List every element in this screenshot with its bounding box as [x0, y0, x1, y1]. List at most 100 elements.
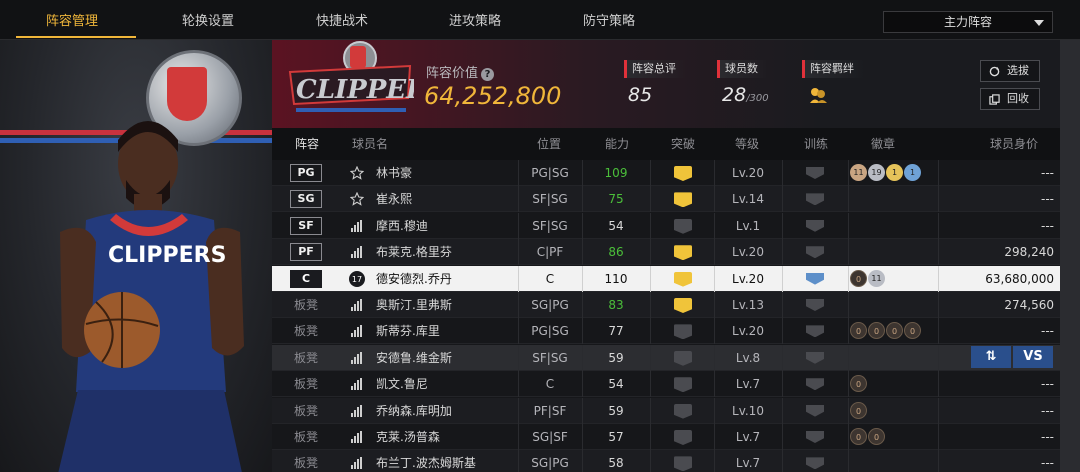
tab-rotation-settings[interactable]: 轮换设置: [144, 0, 272, 40]
crown-empty-icon[interactable]: [674, 456, 692, 472]
crown-empty-icon[interactable]: [674, 403, 692, 419]
bond-icon[interactable]: [808, 86, 828, 104]
player-ability: 59: [608, 350, 624, 365]
badge-icon[interactable]: 0: [850, 401, 867, 419]
crown-empty-icon[interactable]: [674, 430, 692, 445]
training-icon[interactable]: [806, 219, 824, 232]
training-icon[interactable]: [806, 272, 824, 285]
badge-icon[interactable]: 11: [850, 164, 867, 181]
player-value: ---: [1041, 324, 1054, 339]
column-divider: [782, 160, 783, 186]
badge-icon[interactable]: 0: [868, 428, 885, 445]
crown-empty-icon[interactable]: [674, 218, 692, 234]
crown-gold-icon[interactable]: [674, 245, 692, 261]
player-name[interactable]: 斯蒂芬.库里: [376, 318, 440, 344]
column-divider: [650, 239, 651, 266]
crown-gold-icon[interactable]: [674, 192, 692, 208]
table-row[interactable]: 板凳 凯文.鲁尼 C 54 Lv.7 0 ---: [272, 371, 1060, 398]
badge-icon[interactable]: 0: [850, 375, 867, 393]
lineup-dropdown[interactable]: 主力阵容: [883, 11, 1053, 33]
player-name[interactable]: 布兰丁.波杰姆斯基: [376, 450, 476, 472]
player-name[interactable]: 奥斯汀.里弗斯: [376, 292, 452, 318]
training-icon[interactable]: [806, 351, 824, 364]
badge-icon[interactable]: 0: [868, 322, 885, 340]
position-slot-badge[interactable]: PG: [290, 164, 322, 182]
player-name[interactable]: 林书豪: [376, 160, 412, 186]
badge-icon[interactable]: 1: [886, 164, 903, 181]
player-name[interactable]: 凯文.鲁尼: [376, 371, 428, 397]
tab-quick-tactics[interactable]: 快捷战术: [278, 0, 406, 40]
training-icon[interactable]: [806, 404, 824, 417]
vs-compare-button[interactable]: VS: [1013, 345, 1053, 368]
table-row[interactable]: 板凳 奥斯汀.里弗斯 SG|PG 83 Lv.13 274,560: [272, 292, 1060, 318]
crown-empty-icon[interactable]: [674, 350, 692, 366]
tab-offense-strategy[interactable]: 进攻策略: [411, 0, 539, 40]
table-row[interactable]: 板凳 克莱.汤普森 SG|SF 57 Lv.7 0 0 ---: [272, 424, 1060, 450]
column-divider: [782, 212, 783, 239]
crown-gold-icon[interactable]: [674, 298, 692, 313]
crown-gold-icon[interactable]: [674, 271, 692, 287]
player-level: Lv.20: [732, 245, 764, 260]
help-icon[interactable]: ?: [481, 68, 495, 81]
recycle-button[interactable]: 回收: [980, 88, 1040, 110]
table-row[interactable]: SF 摩西.穆迪 SF|SG 54 Lv.1 ---: [272, 212, 1060, 239]
player-name[interactable]: 乔纳森.库明加: [376, 398, 452, 424]
badge-group: 11 19 1 1: [850, 164, 922, 182]
table-row[interactable]: PG 林书豪 PG|SG 109 Lv.20 11 19 1 1 ---: [272, 160, 1060, 186]
scrollbar-track[interactable]: [1060, 40, 1080, 472]
tab-lineup-management[interactable]: 阵容管理: [8, 0, 136, 40]
column-divider: [938, 344, 939, 371]
swap-button[interactable]: ⇅: [971, 345, 1011, 368]
player-portrait: CLIPPERS: [58, 121, 244, 472]
training-icon[interactable]: [806, 193, 824, 206]
player-name[interactable]: 布莱克.格里芬: [376, 239, 452, 265]
badge-icon[interactable]: 0: [850, 269, 867, 287]
table-row[interactable]: 板凳 乔纳森.库明加 PF|SF 59 Lv.10 0 ---: [272, 397, 1060, 424]
player-name[interactable]: 崔永熙: [376, 186, 412, 212]
col-badges: 徽章: [870, 137, 895, 151]
bench-label: 板凳: [293, 350, 318, 365]
training-icon[interactable]: [806, 431, 824, 443]
position-slot-badge[interactable]: C: [290, 269, 322, 288]
table-row[interactable]: 板凳 布兰丁.波杰姆斯基 SG|PG 58 Lv.7 ---: [272, 450, 1060, 472]
table-row[interactable]: PF 布莱克.格里芬 C|PF 86 Lv.20 298,240: [272, 239, 1060, 266]
badge-icon[interactable]: 0: [850, 428, 867, 445]
training-icon[interactable]: [806, 246, 824, 259]
table-row[interactable]: SG 崔永熙 SF|SG 75 Lv.14 ---: [272, 186, 1060, 213]
training-icon[interactable]: [806, 457, 824, 470]
table-row[interactable]: 板凳 斯蒂芬.库里 PG|SG 77 Lv.20 0 0 0 0 ---: [272, 318, 1060, 345]
table-row[interactable]: C 17 德安德烈.乔丹 C 110 Lv.20 0 11 63,680,000: [272, 265, 1060, 292]
badge-icon[interactable]: 0: [886, 322, 903, 340]
crown-empty-icon[interactable]: [674, 377, 692, 393]
badge-icon[interactable]: 11: [868, 269, 885, 287]
training-icon[interactable]: [806, 299, 824, 311]
player-name[interactable]: 摩西.穆迪: [376, 213, 428, 239]
badge-icon[interactable]: 1: [904, 164, 921, 181]
chevron-down-icon: [1034, 20, 1044, 26]
training-icon[interactable]: [806, 325, 824, 338]
badge-group: 0000: [850, 322, 922, 340]
star-icon: [350, 166, 364, 180]
badge-icon[interactable]: 0: [850, 322, 867, 340]
position-slot-badge[interactable]: PF: [290, 243, 322, 262]
scout-button[interactable]: 选拔: [980, 60, 1040, 82]
crown-empty-icon[interactable]: [674, 324, 692, 340]
player-position: SG|PG: [531, 456, 569, 471]
position-slot-badge[interactable]: SF: [290, 216, 322, 235]
training-icon[interactable]: [806, 167, 824, 179]
badge-icon[interactable]: 19: [868, 164, 885, 181]
tab-defense-strategy[interactable]: 防守策略: [545, 0, 673, 40]
signal-bars-icon: [351, 431, 362, 443]
player-name[interactable]: 安德鲁.维金斯: [376, 345, 452, 371]
player-position: C|PF: [536, 245, 564, 260]
player-name[interactable]: 德安德烈.乔丹: [376, 266, 452, 292]
player-level: Lv.13: [732, 298, 764, 312]
training-icon[interactable]: [806, 378, 824, 391]
table-row[interactable]: 板凳 安德鲁.维金斯 SF|SG 59 Lv.8 ⇅ VS: [272, 344, 1060, 371]
position-slot-badge[interactable]: SG: [290, 190, 322, 209]
player-name[interactable]: 克莱.汤普森: [376, 424, 440, 450]
column-divider: [848, 424, 849, 450]
lineup-value: 64,252,800: [424, 82, 562, 110]
badge-icon[interactable]: 0: [904, 322, 921, 340]
crown-gold-icon[interactable]: [674, 166, 692, 181]
